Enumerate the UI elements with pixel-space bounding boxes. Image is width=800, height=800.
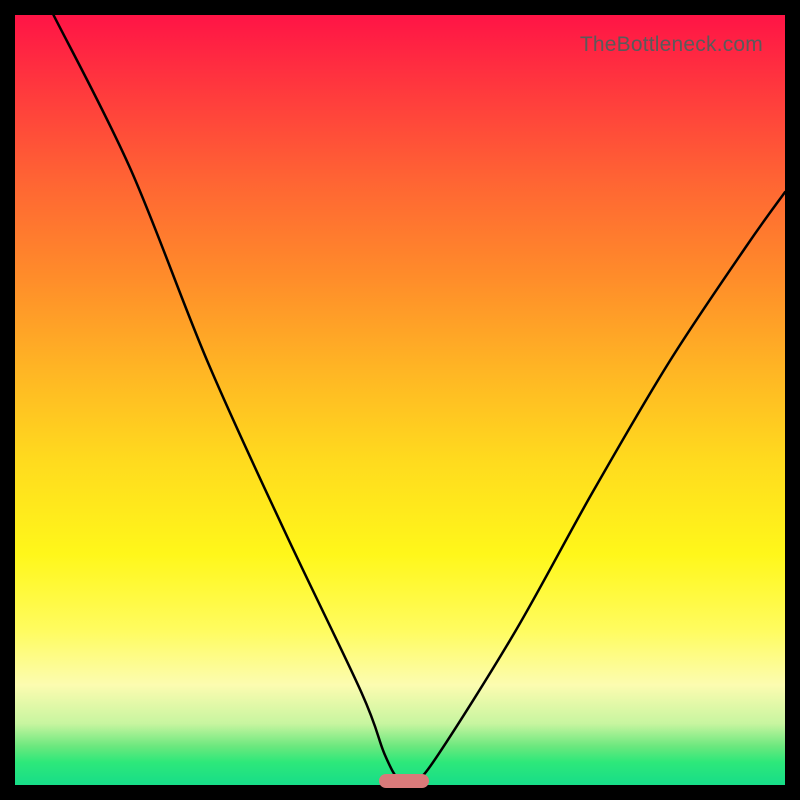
chart-container: TheBottleneck.com: [0, 0, 800, 800]
bottleneck-curve: [15, 15, 785, 785]
watermark-text: TheBottleneck.com: [580, 33, 763, 57]
optimum-marker: [379, 774, 429, 788]
plot-area: TheBottleneck.com: [15, 15, 785, 785]
